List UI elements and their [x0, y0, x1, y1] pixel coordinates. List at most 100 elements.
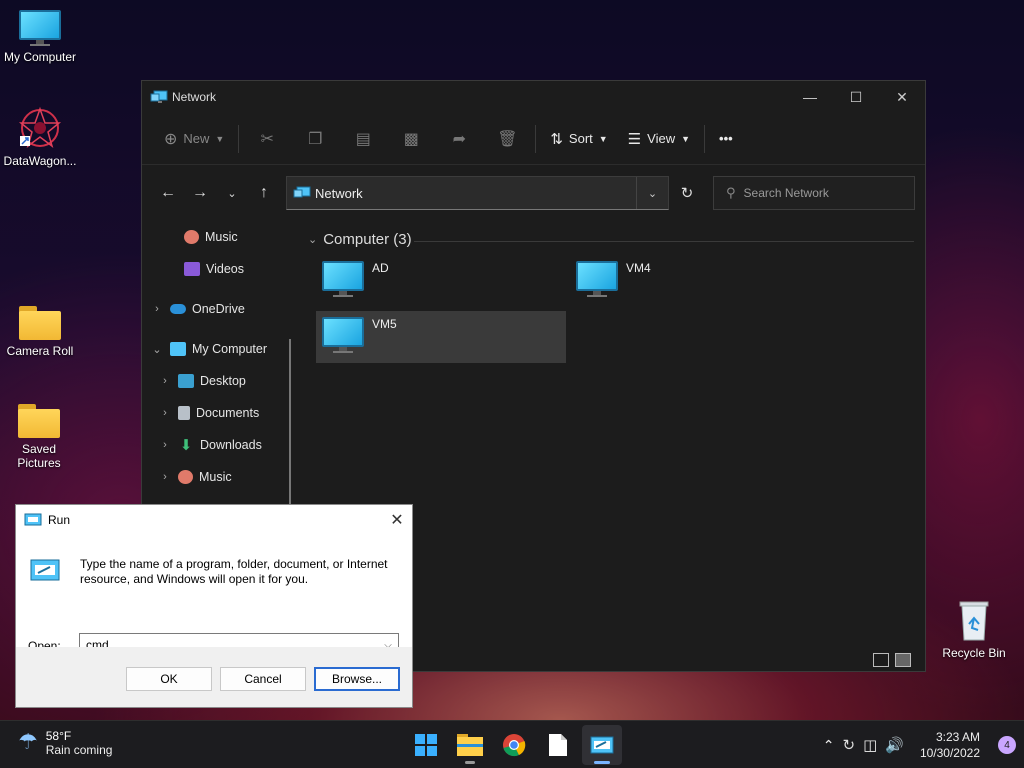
- network-computer-ad[interactable]: AD: [316, 255, 566, 307]
- search-icon: ⚲: [726, 185, 736, 200]
- up-button[interactable]: ↑: [248, 177, 280, 209]
- title-bar[interactable]: Network — ☐ ✕: [142, 81, 925, 113]
- command-bar: ⊕ New ▼ ✂ ❐ ▤ ▩ ➦ 🗑 ⇅ Sort ▼ ☰ View ▼ ••…: [142, 113, 925, 165]
- taskbar-file-explorer[interactable]: [450, 725, 490, 765]
- trash-icon: 🗑: [497, 130, 518, 148]
- volume-icon[interactable]: 🔊: [885, 736, 904, 754]
- chevron-down-icon: ⌄: [227, 187, 237, 200]
- ok-button[interactable]: OK: [126, 667, 212, 691]
- run-dialog: Run ✕ Type the name of a program, folder…: [15, 504, 413, 708]
- taskbar-run[interactable]: [582, 725, 622, 765]
- arrow-up-icon: ↑: [260, 184, 268, 201]
- view-button[interactable]: ☰ View ▼: [618, 123, 700, 155]
- chevron-down-icon: ⌄: [308, 234, 318, 246]
- view-list-icon: ☰: [627, 130, 642, 148]
- address-bar[interactable]: Network ⌄: [286, 176, 669, 210]
- run-icon: [24, 513, 42, 526]
- cancel-button[interactable]: Cancel: [220, 667, 306, 691]
- chevron-right-icon[interactable]: ›: [158, 471, 172, 483]
- monitor-icon: [170, 342, 186, 356]
- chevron-right-icon[interactable]: ›: [158, 407, 172, 419]
- plus-icon: ⊕: [164, 130, 178, 148]
- sort-button[interactable]: ⇅ Sort ▼: [540, 123, 617, 155]
- group-divider: [414, 241, 914, 242]
- document-icon: [549, 734, 567, 756]
- delete-button[interactable]: 🗑: [483, 123, 531, 155]
- chevron-down-icon: ▼: [598, 133, 608, 144]
- more-options-button[interactable]: •••: [709, 123, 743, 155]
- desktop-icon-datawagon[interactable]: DataWagon...: [0, 106, 80, 168]
- nav-item-onedrive[interactable]: › OneDrive: [150, 297, 245, 321]
- search-input[interactable]: ⚲ Search Network: [713, 176, 915, 210]
- taskbar-chrome[interactable]: [494, 725, 534, 765]
- desktop-icon-saved-pictures[interactable]: Saved Pictures: [0, 404, 78, 470]
- nav-item-music-2[interactable]: › Music: [158, 465, 232, 489]
- rename-button[interactable]: ▩: [387, 123, 435, 155]
- tiles-view-icon[interactable]: [895, 653, 911, 667]
- network-display-icon[interactable]: ◫: [863, 736, 877, 754]
- chevron-right-icon[interactable]: ›: [158, 375, 172, 387]
- run-title-bar[interactable]: Run ✕: [16, 505, 412, 535]
- recent-locations-button[interactable]: ⌄: [216, 177, 248, 209]
- copy-icon: ❐: [308, 130, 323, 148]
- desktop-icon-label: Camera Roll: [6, 344, 74, 358]
- share-button[interactable]: ➦: [435, 123, 483, 155]
- folder-icon: [457, 734, 483, 756]
- minimize-button[interactable]: —: [787, 81, 833, 113]
- music-icon: [184, 230, 199, 244]
- start-button[interactable]: [406, 725, 446, 765]
- run-close-button[interactable]: ✕: [382, 510, 412, 530]
- desktop-icon-label: DataWagon...: [3, 154, 77, 168]
- more-icon: •••: [719, 131, 733, 146]
- desktop-icon-my-computer[interactable]: My Computer: [0, 10, 80, 64]
- clipboard-icon: ▤: [355, 130, 371, 148]
- desktop-icon-camera-roll[interactable]: Camera Roll: [0, 306, 80, 358]
- close-button[interactable]: ✕: [879, 81, 925, 113]
- network-computer-vm4[interactable]: VM4: [570, 255, 820, 307]
- forward-button[interactable]: →: [184, 177, 216, 209]
- clock[interactable]: 3:23 AM 10/30/2022: [920, 729, 980, 761]
- divider: [238, 124, 240, 153]
- scissors-icon: ✂: [260, 130, 275, 148]
- nav-item-desktop[interactable]: › Desktop: [158, 369, 246, 393]
- share-icon: ➦: [452, 130, 467, 148]
- recycle-bin-icon: [959, 601, 989, 641]
- new-button[interactable]: ⊕ New ▼: [154, 123, 234, 155]
- nav-item-videos[interactable]: Videos: [164, 257, 244, 281]
- monitor-icon: [19, 10, 61, 46]
- arrow-right-icon: →: [192, 184, 208, 201]
- cut-button[interactable]: ✂: [243, 123, 291, 155]
- back-button[interactable]: ←: [152, 177, 184, 209]
- run-footer: OK Cancel Browse...: [16, 647, 412, 707]
- search-placeholder: Search Network: [743, 186, 829, 200]
- desktop-icon-recycle-bin[interactable]: Recycle Bin: [934, 598, 1014, 660]
- copy-button[interactable]: ❐: [291, 123, 339, 155]
- chevron-right-icon[interactable]: ›: [158, 439, 172, 451]
- taskbar-notepad[interactable]: [538, 725, 578, 765]
- nav-item-documents[interactable]: › Documents: [158, 401, 259, 425]
- chevron-up-icon[interactable]: ⌃: [823, 737, 835, 754]
- network-computer-vm5[interactable]: VM5: [316, 311, 566, 363]
- chevron-down-icon[interactable]: ⌄: [150, 343, 164, 356]
- details-view-icon[interactable]: [873, 653, 889, 667]
- address-dropdown-button[interactable]: ⌄: [636, 177, 668, 209]
- address-row: ← → ⌄ ↑ Network ⌄ ↻ ⚲ Search Network: [142, 165, 925, 221]
- weather-widget[interactable]: ☂ 58°F Rain coming: [18, 729, 112, 757]
- windows-logo-icon: [415, 734, 437, 756]
- maximize-button[interactable]: ☐: [833, 81, 879, 113]
- browse-button[interactable]: Browse...: [314, 667, 400, 691]
- group-header[interactable]: ⌄ Computer (3): [308, 231, 412, 248]
- nav-scrollbar[interactable]: [289, 339, 291, 509]
- nav-item-downloads[interactable]: › ⬇ Downloads: [158, 433, 262, 457]
- weather-temp: 58°F: [45, 729, 72, 743]
- nav-item-my-computer[interactable]: ⌄ My Computer: [150, 337, 267, 361]
- notification-badge[interactable]: 4: [998, 736, 1016, 754]
- music-icon: [178, 470, 193, 484]
- paste-button[interactable]: ▤: [339, 123, 387, 155]
- chevron-right-icon[interactable]: ›: [150, 303, 164, 315]
- taskbar-apps: [406, 725, 622, 765]
- nav-item-music[interactable]: Music: [164, 225, 238, 249]
- sync-alert-icon[interactable]: ↻: [842, 736, 855, 754]
- divider: [535, 124, 537, 153]
- refresh-button[interactable]: ↻: [669, 176, 705, 210]
